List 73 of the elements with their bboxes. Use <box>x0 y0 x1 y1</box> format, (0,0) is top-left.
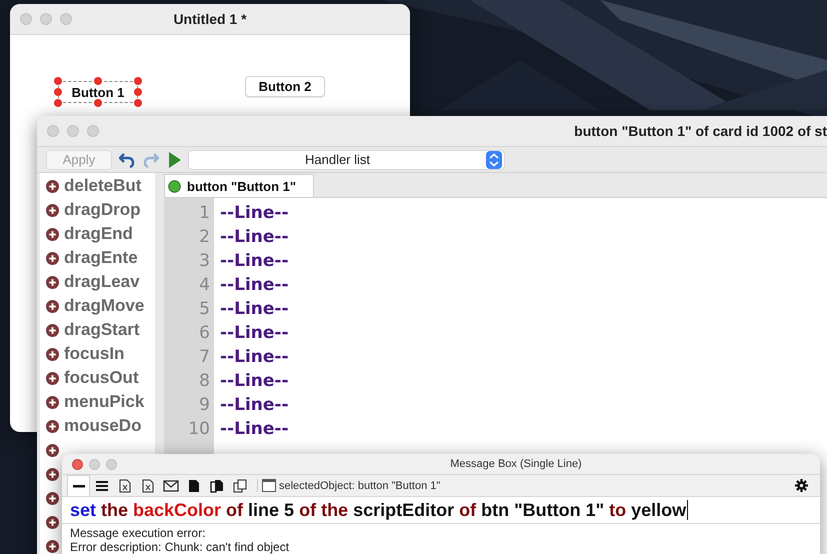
handler-item[interactable]: deleteBut <box>64 176 142 196</box>
command-field[interactable]: set the backColor of line 5 of the scriptEditor of btn "Button 1" to yellow <box>62 497 820 524</box>
code-line: --Line-- <box>220 274 289 297</box>
handler-item[interactable]: focusIn <box>64 344 124 364</box>
line-number: 6 <box>198 322 211 345</box>
handler-dropdown[interactable]: Handler list <box>188 150 505 170</box>
handler-item[interactable]: dragEnd <box>64 224 133 244</box>
add-handler-icon[interactable] <box>46 396 59 408</box>
line-number: 10 <box>187 418 211 441</box>
selected-object-label: selectedObject: button "Button 1" <box>279 480 440 492</box>
page-icon <box>188 478 200 492</box>
add-handler-icon[interactable] <box>46 300 59 312</box>
add-handler-icon[interactable] <box>46 348 59 360</box>
line-number: 1 <box>198 202 211 225</box>
copy-icon <box>232 478 246 492</box>
add-handler-icon[interactable] <box>46 420 59 432</box>
line-number: 8 <box>198 370 211 393</box>
line-number: 5 <box>198 298 211 321</box>
add-handler-icon[interactable] <box>46 516 59 528</box>
lines-icon <box>94 478 108 492</box>
line-number: 4 <box>198 274 211 297</box>
single-line-mode-tab[interactable] <box>67 475 90 496</box>
script-tab[interactable]: button "Button 1" <box>164 174 314 197</box>
handler-item[interactable]: focusOut <box>64 368 139 388</box>
code-line: --Line-- <box>220 418 289 441</box>
output-line: Message execution error: <box>70 526 206 540</box>
code-line: --Line-- <box>220 370 289 393</box>
run-icon[interactable] <box>169 152 181 168</box>
add-handler-icon[interactable] <box>46 276 59 288</box>
code-line: --Line-- <box>220 250 289 273</box>
undo-icon[interactable] <box>119 152 135 168</box>
add-handler-icon[interactable] <box>46 180 59 192</box>
code-line: --Line-- <box>220 322 289 345</box>
add-handler-icon[interactable] <box>46 204 59 216</box>
add-handler-icon[interactable] <box>46 324 59 336</box>
window-icon <box>262 479 276 492</box>
add-handler-icon[interactable] <box>46 372 59 384</box>
window-title: Message Box (Single Line) <box>449 458 582 470</box>
envelope-icon <box>162 480 178 492</box>
code-line: --Line-- <box>220 298 289 321</box>
window-title: Untitled 1 * <box>173 11 247 27</box>
code-line: --Line-- <box>220 346 289 369</box>
line-number: 3 <box>198 250 211 273</box>
close-button[interactable] <box>72 459 83 470</box>
handler-item[interactable]: dragLeav <box>64 272 140 292</box>
handler-item[interactable]: dragMove <box>64 296 144 316</box>
line-number: 2 <box>198 226 211 249</box>
settings-icon[interactable] <box>795 479 808 492</box>
add-handler-icon[interactable] <box>46 468 59 480</box>
add-handler-icon[interactable] <box>46 444 59 456</box>
handler-item[interactable]: dragDrop <box>64 200 140 220</box>
line-number: 7 <box>198 346 211 369</box>
window-title: button "Button 1" of card id 1002 of st <box>574 123 827 139</box>
code-line: --Line-- <box>220 202 289 225</box>
add-handler-icon[interactable] <box>46 228 59 240</box>
add-handler-icon[interactable] <box>46 492 59 504</box>
pages-icon <box>210 478 224 492</box>
stepper-icon[interactable] <box>486 150 502 168</box>
card-button-label: Button 1 <box>72 84 124 100</box>
status-dot-icon <box>168 180 181 192</box>
handler-item[interactable]: dragEnte <box>64 248 138 268</box>
add-handler-icon[interactable] <box>46 540 59 552</box>
handler-item[interactable]: dragStart <box>64 320 140 340</box>
handler-item[interactable]: mouseDo <box>64 416 142 436</box>
document-icon <box>118 478 130 492</box>
document-icon <box>142 478 154 492</box>
code-line: --Line-- <box>220 394 289 417</box>
line-number: 9 <box>198 394 211 417</box>
code-line: --Line-- <box>220 226 289 249</box>
output-line: Error description: Chunk: can't find object <box>70 540 290 554</box>
handler-item[interactable]: menuPick <box>64 392 144 412</box>
card-button[interactable]: Button 2 <box>245 76 325 97</box>
add-handler-icon[interactable] <box>46 252 59 264</box>
